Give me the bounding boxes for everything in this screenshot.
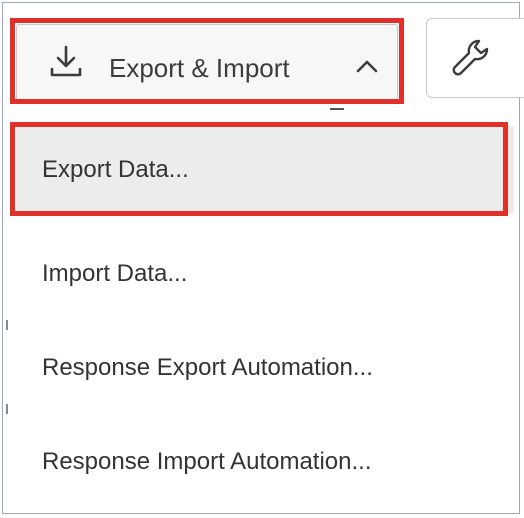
download-icon [50, 45, 82, 77]
export-import-label: Export & Import [109, 53, 290, 83]
menu-item-label: Export Data... [42, 156, 189, 183]
menu-item-response-import-automation[interactable]: Response Import Automation... [10, 418, 514, 506]
export-import-dropdown-menu: Export Data... Import Data... Response E… [10, 118, 514, 510]
menu-item-label: Response Import Automation... [42, 448, 372, 475]
menu-item-label: Import Data... [42, 260, 188, 287]
divider-mark [330, 108, 344, 110]
edge-mark [6, 404, 8, 414]
menu-item-export-data[interactable]: Export Data... [10, 126, 514, 214]
menu-item-import-data[interactable]: Import Data... [10, 230, 514, 318]
edge-mark [6, 320, 8, 330]
menu-item-response-export-automation[interactable]: Response Export Automation... [10, 324, 514, 412]
menu-item-label: Response Export Automation... [42, 354, 373, 381]
tools-button[interactable] [426, 18, 524, 98]
chevron-up-icon [356, 60, 378, 73]
wrench-icon [452, 39, 489, 76]
export-import-button[interactable]: Export & Import [16, 24, 398, 102]
